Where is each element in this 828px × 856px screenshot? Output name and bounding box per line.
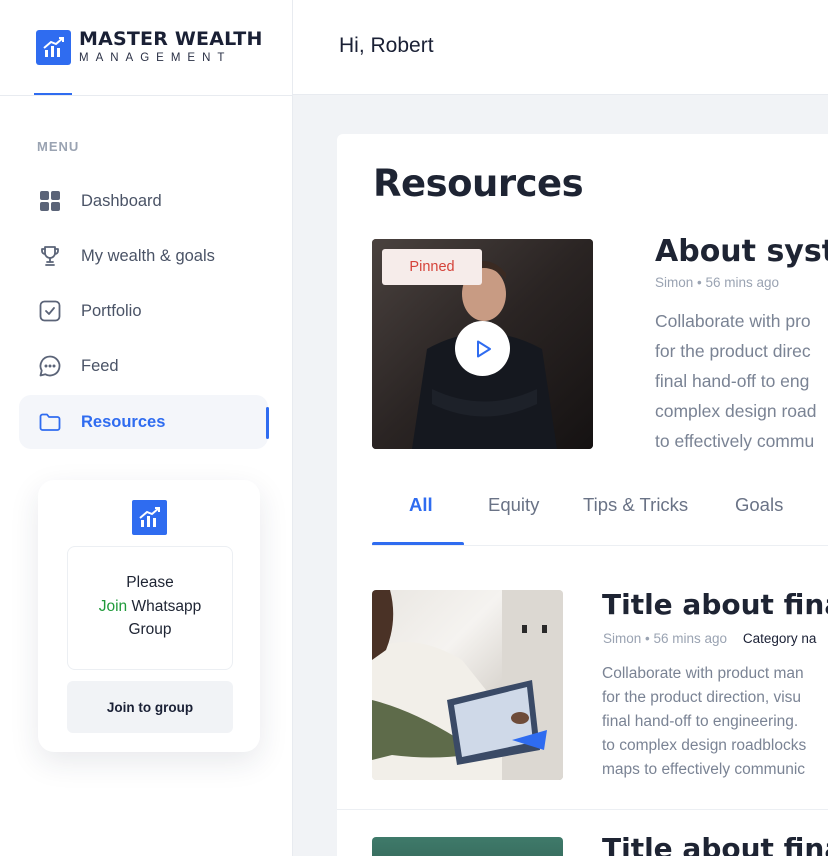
- folder-icon: [38, 410, 62, 434]
- whatsapp-promo-card: Please Join Whatsapp Group Join to group: [38, 480, 260, 752]
- article-author: Simon: [603, 631, 642, 646]
- description-line: maps to effectively communic: [602, 761, 806, 778]
- tab-goals[interactable]: Goals: [735, 494, 783, 516]
- description-line: Collaborate with product man: [602, 665, 804, 682]
- promo-line-1: Please: [126, 574, 174, 591]
- sidebar-item-feed[interactable]: Feed: [19, 339, 268, 393]
- promo-line-2-rest: Whatsapp: [127, 597, 202, 615]
- brand-subtitle: MANAGEMENT: [79, 52, 232, 64]
- promo-line-3: Group: [128, 621, 172, 638]
- article-category: Category na: [742, 631, 817, 646]
- featured-meta: Simon • 56 mins ago: [655, 275, 779, 290]
- sidebar-item-label: My wealth & goals: [81, 246, 215, 265]
- description-line: for the product direc: [655, 341, 811, 361]
- sidebar: MASTER WEALTH MANAGEMENT MENU Dashboard: [0, 0, 293, 856]
- description-line: for the product direction, visu: [602, 689, 802, 706]
- article-title[interactable]: Title about fina: [602, 588, 828, 621]
- sidebar-item-label: Feed: [81, 356, 119, 375]
- article-description: Collaborate with product man for the pro…: [602, 662, 806, 782]
- tab-equity[interactable]: Equity: [488, 494, 539, 516]
- article-thumbnail[interactable]: [372, 837, 563, 856]
- promo-line-2: Join Whatsapp: [68, 595, 232, 619]
- meta-separator: •: [645, 631, 654, 646]
- bar-chart-trend-icon: [36, 29, 71, 65]
- play-icon: [476, 340, 491, 357]
- brand[interactable]: MASTER WEALTH MANAGEMENT: [36, 29, 263, 65]
- article-time: 56 mins ago: [653, 631, 728, 646]
- description-line: to effectively commu: [655, 431, 815, 451]
- sidebar-item-dashboard[interactable]: Dashboard: [19, 174, 268, 228]
- featured-title[interactable]: About syste: [655, 234, 828, 269]
- page-title: Resources: [373, 162, 584, 205]
- description-line: Collaborate with pro: [655, 311, 811, 331]
- grid-icon: [38, 189, 62, 213]
- menu-label: MENU: [37, 139, 80, 154]
- article-divider: [337, 809, 828, 810]
- woman-with-tablet-image: [372, 590, 563, 780]
- meta-separator: •: [697, 275, 706, 290]
- featured-video-thumbnail[interactable]: Pinned: [372, 239, 593, 449]
- article-title[interactable]: Title about fina: [602, 832, 828, 856]
- category-tabs: All Equity Tips & Tricks Goals: [372, 486, 828, 546]
- trophy-icon: [38, 244, 62, 268]
- promo-join-word: Join: [98, 597, 128, 615]
- sidebar-item-label: Dashboard: [81, 191, 162, 210]
- sidebar-item-label: Resources: [81, 412, 166, 431]
- article-meta: Simon • 56 mins ago Category na: [603, 631, 816, 646]
- brand-title: MASTER WEALTH: [79, 28, 263, 50]
- featured-description: Collaborate with pro for the product dir…: [655, 306, 828, 456]
- description-line: to complex design roadblocks: [602, 737, 807, 754]
- chat-bubble-icon: [38, 354, 62, 378]
- tab-all[interactable]: All: [409, 494, 433, 516]
- top-header: Hi, Robert: [293, 0, 828, 95]
- sidebar-divider: [0, 95, 293, 96]
- resources-panel: Resources Pinned About syste: [337, 134, 828, 856]
- sidebar-item-label: Portfolio: [81, 301, 142, 320]
- pinned-badge: Pinned: [382, 249, 482, 285]
- join-group-button[interactable]: Join to group: [67, 681, 233, 733]
- promo-message: Please Join Whatsapp Group: [67, 546, 233, 670]
- article-thumbnail[interactable]: [372, 590, 563, 780]
- bar-chart-trend-icon: [132, 500, 167, 535]
- sidebar-item-portfolio[interactable]: Portfolio: [19, 284, 268, 338]
- featured-author: Simon: [655, 275, 694, 290]
- play-button[interactable]: [455, 321, 510, 376]
- sidebar-item-wealth-goals[interactable]: My wealth & goals: [19, 229, 268, 283]
- description-line: final hand-off to engineering.: [602, 713, 799, 730]
- tabs-divider: [372, 545, 828, 546]
- sidebar-item-resources[interactable]: Resources: [19, 395, 268, 449]
- description-line: complex design road: [655, 401, 817, 421]
- greeting: Hi, Robert: [339, 34, 434, 57]
- featured-time: 56 mins ago: [705, 275, 780, 290]
- active-indicator: [266, 407, 269, 439]
- checkbox-icon: [38, 299, 62, 323]
- description-line: final hand-off to eng: [655, 371, 810, 391]
- tab-tips-tricks[interactable]: Tips & Tricks: [583, 494, 688, 516]
